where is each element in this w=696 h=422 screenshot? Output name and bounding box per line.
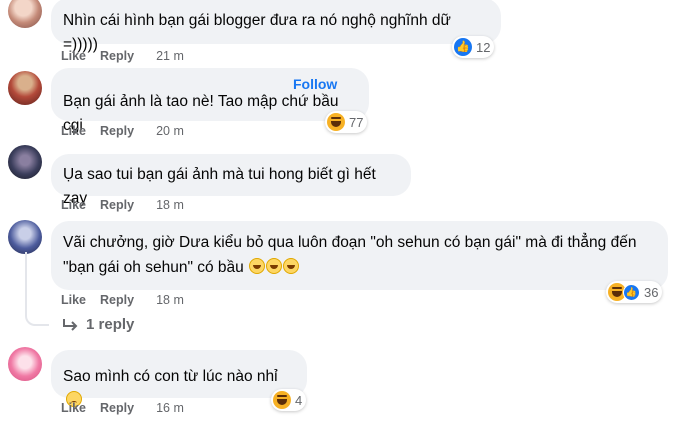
comment-actions: Like Reply 16 m	[61, 401, 184, 415]
reaction-summary[interactable]: 4	[271, 389, 307, 411]
grinning-emoji-icon	[266, 258, 283, 274]
thread-connector	[25, 252, 49, 326]
view-replies-label: 1 reply	[86, 316, 135, 333]
like-link[interactable]: Like	[61, 293, 86, 307]
reaction-count: 12	[476, 39, 491, 55]
avatar[interactable]	[8, 145, 42, 179]
timestamp[interactable]: 18 m	[156, 198, 184, 212]
like-icon: 👍	[623, 283, 640, 301]
comment-bubble: Nhìn cái hình bạn gái blogger đưa ra nó …	[51, 0, 501, 53]
timestamp[interactable]: 21 m	[156, 49, 184, 63]
timestamp[interactable]: 16 m	[156, 401, 184, 415]
comment-text-line-1: Vãi chưởng, giờ Dưa kiểu bỏ qua luôn đoạ…	[63, 234, 637, 251]
timestamp[interactable]: 20 m	[156, 124, 184, 138]
comment-text-line-2: "bạn gái oh sehun" có bầu	[63, 255, 656, 280]
reaction-count: 4	[295, 392, 303, 408]
reaction-summary[interactable]: 👍 36	[606, 281, 663, 303]
avatar[interactable]	[8, 71, 42, 105]
haha-icon	[273, 391, 291, 409]
avatar[interactable]	[8, 347, 42, 381]
reply-link[interactable]: Reply	[100, 124, 134, 138]
comment-actions: Like Reply 18 m	[61, 198, 184, 212]
reply-link[interactable]: Reply	[100, 198, 134, 212]
like-link[interactable]: Like	[61, 401, 86, 415]
comment-actions: Like Reply 18 m	[61, 293, 184, 307]
comment-bubble: Ụa sao tui bạn gái ảnh mà tui hong biết …	[51, 154, 411, 207]
reaction-count: 77	[349, 114, 364, 130]
like-icon: 👍	[454, 38, 472, 56]
comment-actions: Like Reply 21 m	[61, 49, 184, 63]
reaction-summary[interactable]: 77	[325, 111, 368, 133]
grinning-emoji-icon	[283, 258, 300, 274]
grinning-emoji-icon	[249, 258, 266, 274]
comment-text-line-2-text: "bạn gái oh sehun" có bầu	[63, 259, 244, 276]
reply-link[interactable]: Reply	[100, 401, 134, 415]
reaction-count: 36	[644, 284, 659, 300]
reaction-summary[interactable]: 👍 12	[452, 36, 495, 58]
like-link[interactable]: Like	[61, 198, 86, 212]
reply-link[interactable]: Reply	[100, 49, 134, 63]
reply-link[interactable]: Reply	[100, 293, 134, 307]
comment-text-content: Sao mình có con từ lúc nào nhỉ	[63, 368, 278, 385]
timestamp[interactable]: 18 m	[156, 293, 184, 307]
like-link[interactable]: Like	[61, 124, 86, 138]
comment-bubble: Vãi chưởng, giờ Dưa kiểu bỏ qua luôn đoạ…	[51, 221, 668, 290]
haha-icon	[327, 113, 345, 131]
comment-bubble: Sao mình có con từ lúc nào nhỉ	[51, 350, 307, 407]
view-replies-link[interactable]: 1 reply	[62, 316, 134, 333]
comment-actions: Like Reply 20 m	[61, 124, 184, 138]
reply-arrow-icon	[63, 318, 78, 331]
avatar[interactable]	[8, 220, 42, 254]
like-link[interactable]: Like	[61, 49, 86, 63]
follow-button[interactable]: Follow	[293, 76, 337, 92]
avatar[interactable]	[8, 0, 42, 28]
